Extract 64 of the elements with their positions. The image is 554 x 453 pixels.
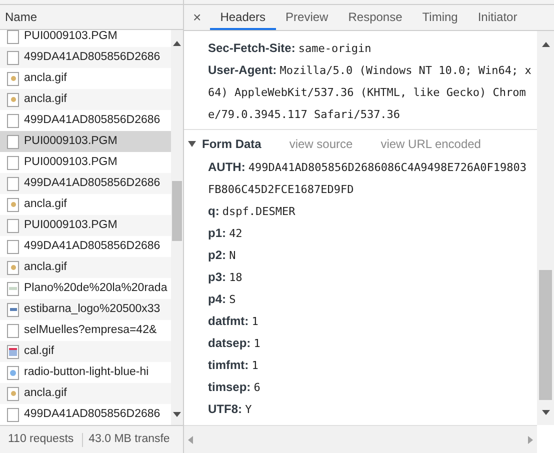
request-row[interactable]: estibarna_logo%20500x33: [0, 299, 171, 320]
details-tab[interactable]: Headers: [210, 5, 276, 30]
image-file-icon: [7, 72, 19, 86]
form-field-line: datfmt: 1: [207, 313, 260, 330]
details-tab[interactable]: Preview: [276, 5, 338, 30]
document-icon: [7, 30, 19, 44]
form-field-line: p3: 18: [207, 269, 244, 286]
calendar-icon: [7, 344, 19, 358]
form-field-line: q: dspf.DESMER: [207, 203, 296, 220]
view-link[interactable]: view source: [289, 134, 353, 152]
form-field-line: p4: S: [207, 291, 237, 308]
scroll-left-icon[interactable]: [188, 436, 193, 444]
section-title[interactable]: Form Data: [202, 134, 262, 152]
request-row[interactable]: PUI0009103.PGM: [0, 131, 171, 152]
view-link[interactable]: view URL encoded: [380, 134, 481, 152]
scrollbar[interactable]: [171, 30, 183, 425]
request-row[interactable]: ancla.gif: [0, 383, 171, 404]
radio-image-icon: [7, 366, 19, 380]
image-file-icon: [7, 198, 19, 212]
form-field-line: p2: N: [207, 247, 237, 264]
document-icon: [7, 50, 19, 64]
scroll-thumb[interactable]: [172, 181, 182, 241]
column-header[interactable]: Name: [0, 5, 183, 30]
scrollbar[interactable]: [537, 31, 554, 425]
request-row[interactable]: PUI0009103.PGM: [0, 215, 171, 236]
details-tab[interactable]: Timing: [412, 5, 468, 30]
document-icon: [7, 176, 19, 190]
details-tab[interactable]: Response: [338, 5, 412, 30]
scroll-right-icon[interactable]: [528, 436, 533, 444]
scroll-up-icon[interactable]: [173, 41, 181, 46]
transfer-size: 43.0 MB transfe: [88, 432, 171, 447]
image-file-icon: [7, 282, 19, 296]
form-field-line: p1: 42: [207, 225, 244, 242]
scroll-down-icon[interactable]: [173, 412, 181, 417]
form-field-line: UTF8: Y: [207, 401, 253, 418]
request-row[interactable]: 499DA41AD805856D2686: [0, 173, 171, 194]
request-row[interactable]: cal.gif: [0, 341, 171, 362]
image-file-icon: [7, 386, 19, 400]
image-file-icon: [7, 92, 19, 106]
document-icon: [7, 408, 19, 422]
request-row[interactable]: ancla.gif: [0, 89, 171, 110]
form-field-line: datsep: 1: [207, 335, 262, 352]
scroll-up-icon[interactable]: [542, 42, 550, 47]
request-count: 110 requests: [7, 432, 75, 447]
document-icon: [7, 156, 19, 170]
image-file-icon: [7, 302, 19, 316]
header-line: Sec-Fetch-Site: same-origin: [207, 40, 372, 57]
scroll-down-icon[interactable]: [542, 410, 550, 415]
scroll-thumb[interactable]: [539, 270, 552, 400]
request-row[interactable]: ancla.gif: [0, 257, 171, 278]
request-row[interactable]: 499DA41AD805856D2686: [0, 47, 171, 68]
document-icon: [7, 240, 19, 254]
form-field-line: timfmt: 1: [207, 357, 260, 374]
header-line: User-Agent: Mozilla/5.0 (Windows NT 10.0; Win64; x64) AppleWebKit/537.36 (KHTML, like Gecko) Chrome/79.0.3945.117 Safari/537.36: [207, 62, 532, 123]
close-button[interactable]: ×: [184, 5, 210, 30]
document-icon: [7, 218, 19, 232]
document-icon: [7, 324, 19, 338]
image-file-icon: [7, 260, 19, 274]
document-icon: [7, 114, 19, 128]
document-icon: [7, 134, 19, 148]
horizontal-scrollbar[interactable]: [184, 425, 537, 453]
disclosure-triangle-icon[interactable]: [188, 140, 196, 146]
form-field-line: timsep: 6: [207, 379, 262, 396]
details-tab[interactable]: Initiator: [468, 5, 528, 30]
